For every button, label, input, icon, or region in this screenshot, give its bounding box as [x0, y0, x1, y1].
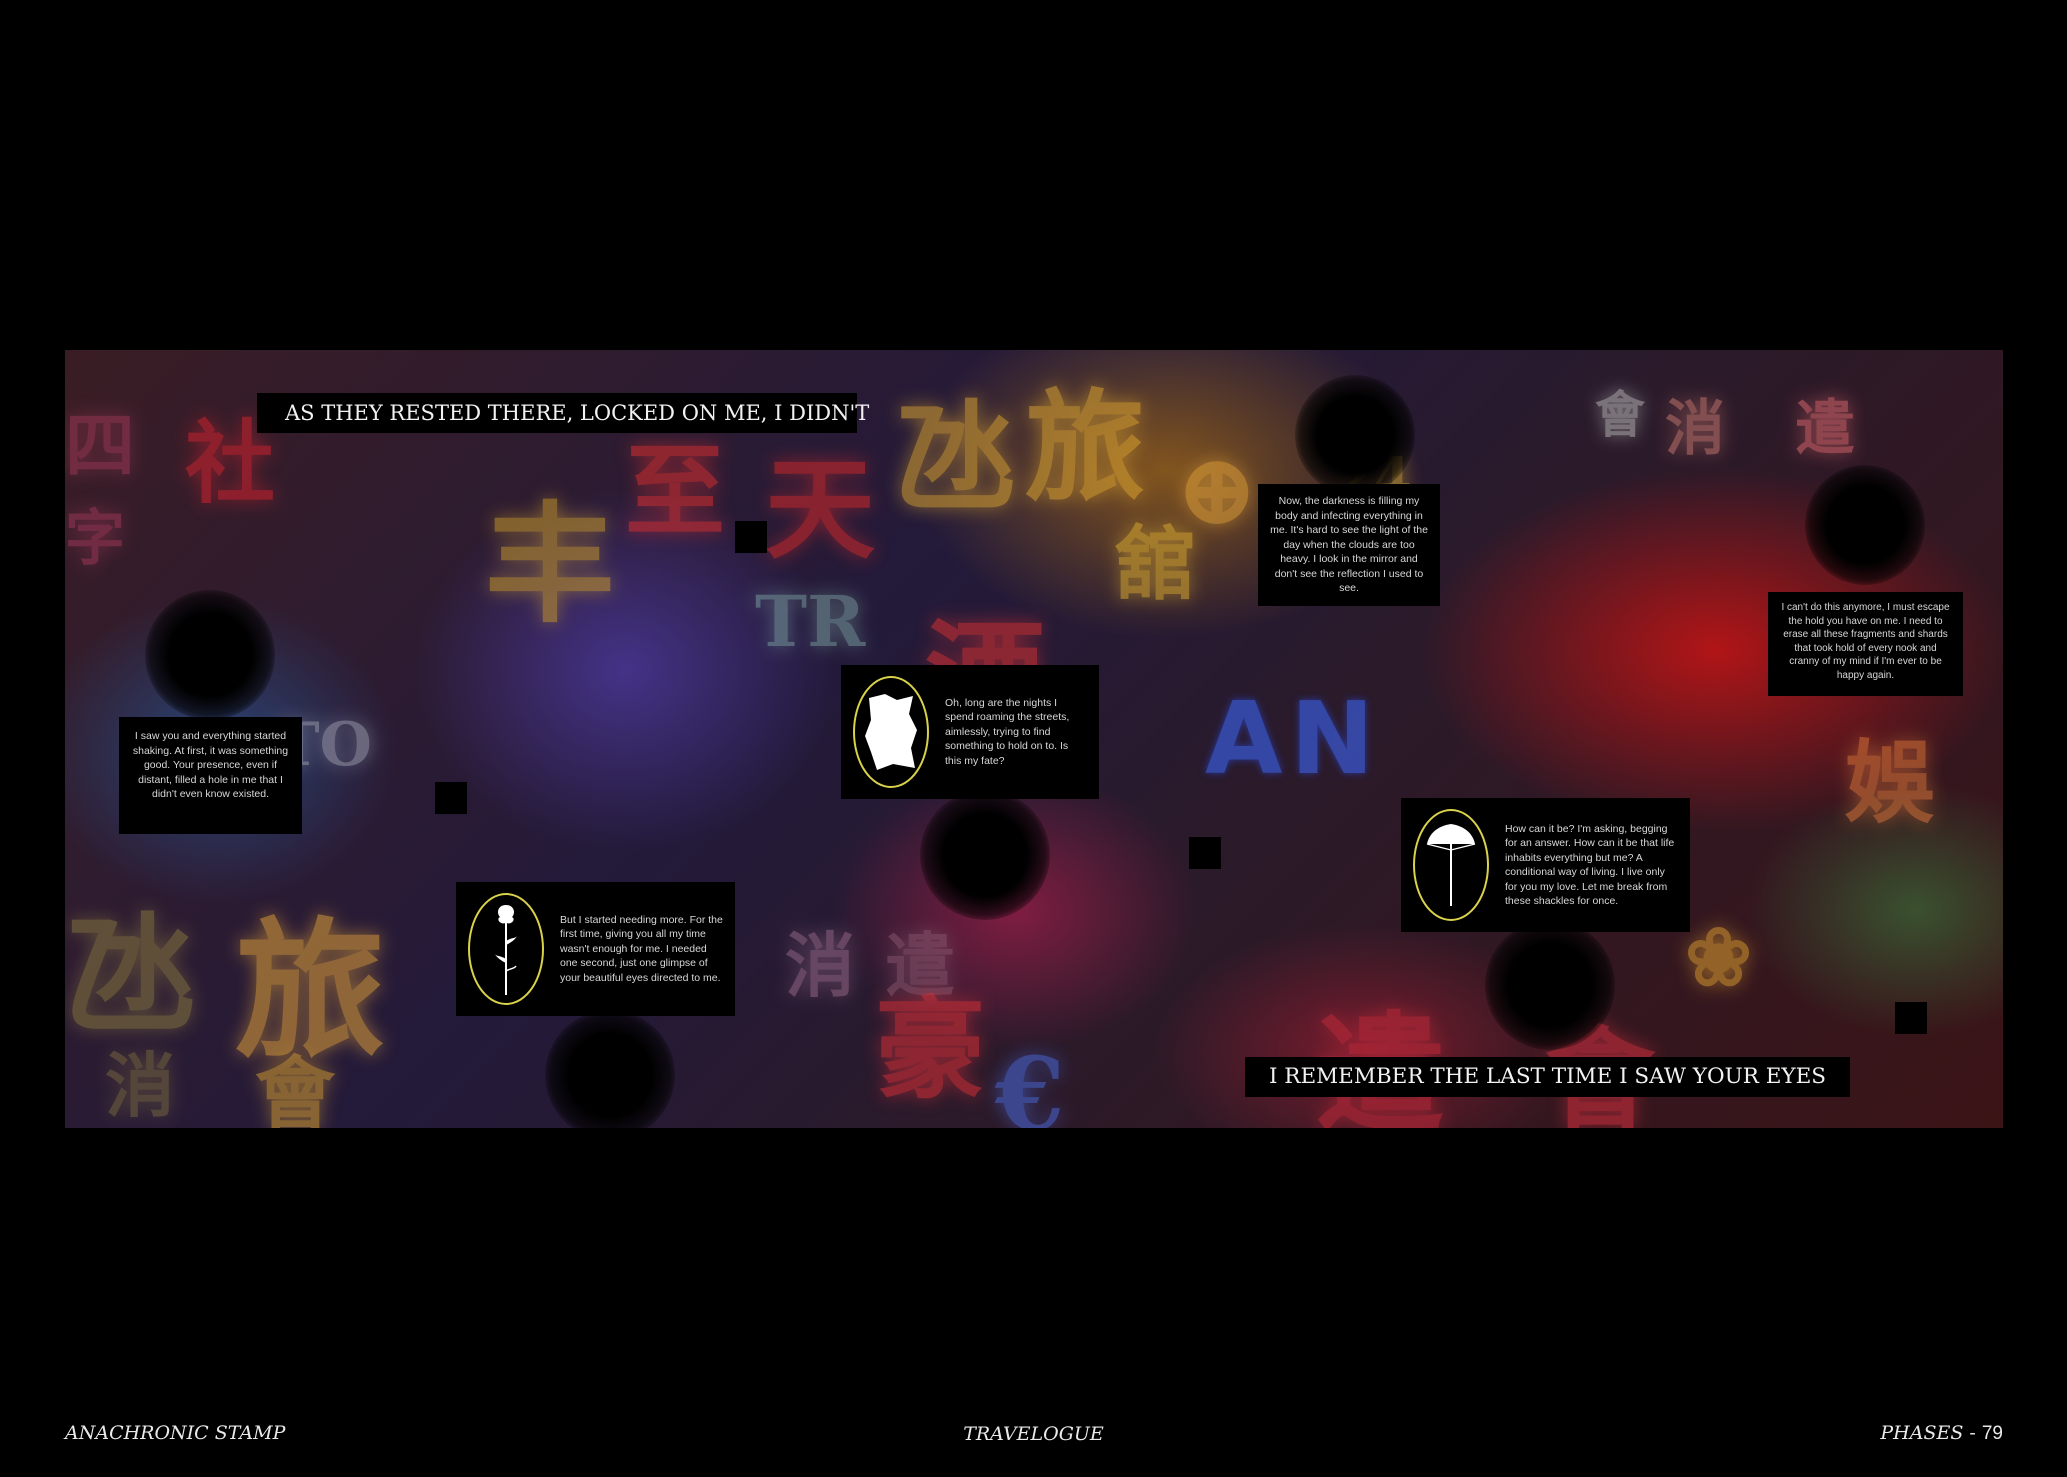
- neon-glyph: 消: [1665, 394, 1725, 464]
- crumpled-paper-icon: [865, 694, 917, 770]
- neon-glyph: 消: [785, 924, 855, 1007]
- dark-spot: [1805, 465, 1925, 585]
- neon-glyph: 遣: [1315, 970, 1445, 1128]
- neon-glyph: 丰: [485, 488, 616, 641]
- dark-spot: [545, 1010, 675, 1128]
- text-block-top-right: Now, the darkness is filling my body and…: [1258, 484, 1440, 606]
- umbrella-icon: [1426, 824, 1476, 906]
- neon-glyph: €: [995, 1035, 1065, 1128]
- card-umbrella-text: How can it be? I'm asking, begging for a…: [1505, 822, 1675, 908]
- black-square: [1189, 837, 1221, 869]
- neon-glyph: 氹: [895, 387, 1015, 528]
- text-block-left: I saw you and everything started shaking…: [119, 717, 302, 834]
- rose-icon: [494, 905, 518, 995]
- dark-spot: [145, 590, 275, 720]
- dark-spot: [920, 790, 1050, 920]
- banner-top: As they rested there, locked on me, I di…: [257, 393, 869, 433]
- card-rose: But I started needing more. For the firs…: [456, 882, 735, 1016]
- black-square: [1895, 1002, 1927, 1034]
- oval-frame: [1413, 809, 1489, 921]
- dark-spot: [1295, 375, 1415, 495]
- banner-bottom: I remember the last time I saw your eyes: [1245, 1057, 1850, 1097]
- neon-dots-sign: AN: [1205, 680, 1383, 797]
- neon-glyph: 遣: [1795, 394, 1855, 464]
- section-name: PHASES: [1880, 1422, 1964, 1444]
- neon-glyph: 字: [65, 504, 125, 574]
- neon-glyph: 消: [105, 1044, 175, 1127]
- separator: -: [1963, 1422, 1982, 1444]
- neon-glyph: 會: [1595, 385, 1645, 444]
- oval-frame: [468, 893, 544, 1005]
- black-square: [735, 521, 767, 553]
- footer-center-title: TRAVELOGUE: [963, 1423, 1104, 1445]
- neon-glyph: 會: [255, 1047, 335, 1128]
- neon-glyph: 娛: [1845, 730, 1935, 836]
- neon-collage-image: 社 四 字 至 天 丰 氹 旅 舘 酒 消 遣 會 氹 旅 會 消 消 遣 豪 …: [65, 350, 2003, 1128]
- card-paper: Oh, long are the nights I spend roaming …: [841, 665, 1099, 799]
- card-umbrella: How can it be? I'm asking, begging for a…: [1401, 798, 1690, 932]
- neon-glyph: ⊕: [1175, 430, 1259, 548]
- oval-frame: [853, 676, 929, 788]
- neon-glyph: 四: [65, 404, 135, 487]
- neon-glyph: 旅: [1025, 377, 1145, 518]
- dark-spot: [1485, 920, 1615, 1050]
- text-block-far-right: I can't do this anymore, I must escape t…: [1768, 592, 1963, 696]
- page-number: 79: [1981, 1423, 2003, 1444]
- card-paper-text: Oh, long are the nights I spend roaming …: [945, 696, 1070, 767]
- neon-glyph: TR: [755, 580, 866, 663]
- card-rose-text: But I started needing more. For the firs…: [560, 913, 723, 984]
- neon-glyph: 天: [765, 445, 875, 574]
- neon-glyph: ❀: [1685, 910, 1753, 1004]
- neon-glyph: 豪: [875, 985, 985, 1114]
- footer-page-label: PHASES - 79: [1880, 1422, 2003, 1445]
- black-square: [435, 782, 467, 814]
